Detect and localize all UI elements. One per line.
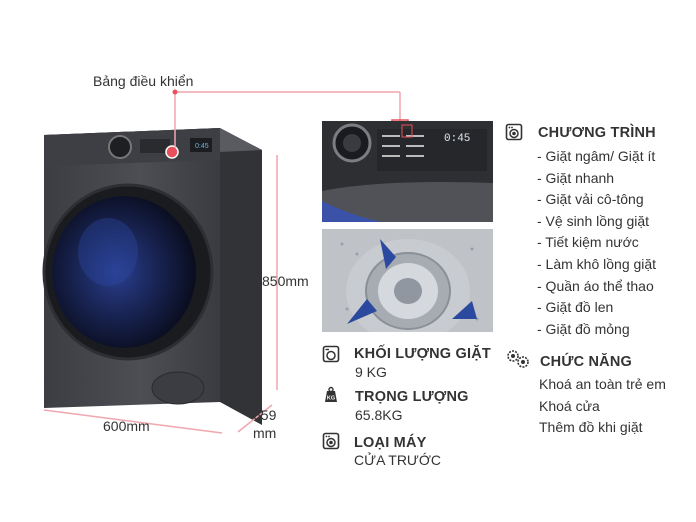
washing-machine-illustration: 0:45 (42, 89, 320, 434)
control-panel-photo: 0:45 (322, 121, 493, 222)
list-item: - Giặt đồ mỏng (537, 320, 630, 337)
height-dimension: 850mm (262, 273, 309, 289)
machine-side (220, 128, 262, 425)
washing-machine-icon (505, 123, 523, 141)
list-item: - Làm khô lồng giặt (537, 255, 657, 272)
list-item: - Giặt ngâm/ Giặt ít (537, 148, 656, 164)
list-item: - Giặt nhanh (537, 169, 615, 186)
list-item: - Tiết kiệm nước (537, 234, 639, 251)
spec-weight-title: TRỌNG LƯỢNG (355, 389, 469, 405)
spec-capacity-title: KHỐI LƯỢNG GIẶT (354, 346, 491, 362)
control-panel-marker (165, 145, 179, 159)
program-dial (108, 135, 132, 159)
list-item: - Giặt đồ len (537, 299, 614, 316)
spec-type-title: LOẠI MÁY (354, 435, 427, 451)
spec-capacity: KHỐI LƯỢNG GIẶT 9 KG (322, 343, 512, 383)
washing-machine-icon (322, 432, 340, 450)
callout-line (320, 91, 409, 137)
svg-text:KG: KG (327, 396, 335, 402)
spec-type: LOẠI MÁY CỬA TRƯỚC (322, 430, 512, 470)
kg-weight-icon: KG (325, 386, 337, 402)
list-item: - Quần áo thể thao (537, 277, 654, 294)
programs-section: CHƯƠNG TRÌNH - Giặt ngâm/ Giặt ít - Giặt… (505, 120, 695, 345)
list-item: Khoá cửa (539, 397, 600, 414)
programs-title: CHƯƠNG TRÌNH (538, 125, 656, 141)
depth-dimension-unit: mm (253, 425, 277, 441)
list-item: - Giặt vải cô-tông (537, 191, 644, 208)
filter-door (151, 371, 205, 405)
drum-photo (322, 229, 493, 332)
spec-weight: KG TRỌNG LƯỢNG 65.8KG (322, 385, 512, 425)
programs-list: - Giặt ngâm/ Giặt ít - Giặt nhanh - Giặt… (537, 146, 656, 340)
width-dimension: 600mm (103, 418, 150, 434)
spec-weight-value: 65.8KG (355, 407, 403, 423)
features-list: Khoá an toàn trẻ em Khoá cửa Thêm đồ khi… (539, 374, 666, 439)
svg-text:0:45: 0:45 (195, 143, 209, 150)
svg-text:0:45: 0:45 (444, 133, 470, 145)
spec-capacity-value: 9 KG (355, 364, 387, 380)
spec-type-value: CỬA TRƯỚC (354, 452, 442, 468)
list-item: - Vệ sinh lồng giặt (537, 212, 650, 229)
list-item: Khoá an toàn trẻ em (539, 376, 666, 392)
features-title: CHỨC NĂNG (540, 354, 632, 370)
features-section: CHỨC NĂNG Khoá an toàn trẻ em Khoá cửa T… (505, 345, 695, 445)
depth-dimension-value: 659 (253, 407, 277, 423)
list-item: Thêm đồ khi giặt (539, 419, 643, 436)
washer-weight-icon (322, 345, 340, 363)
gears-icon (507, 350, 529, 368)
control-panel-label: Bảng điều khiển (93, 73, 194, 89)
